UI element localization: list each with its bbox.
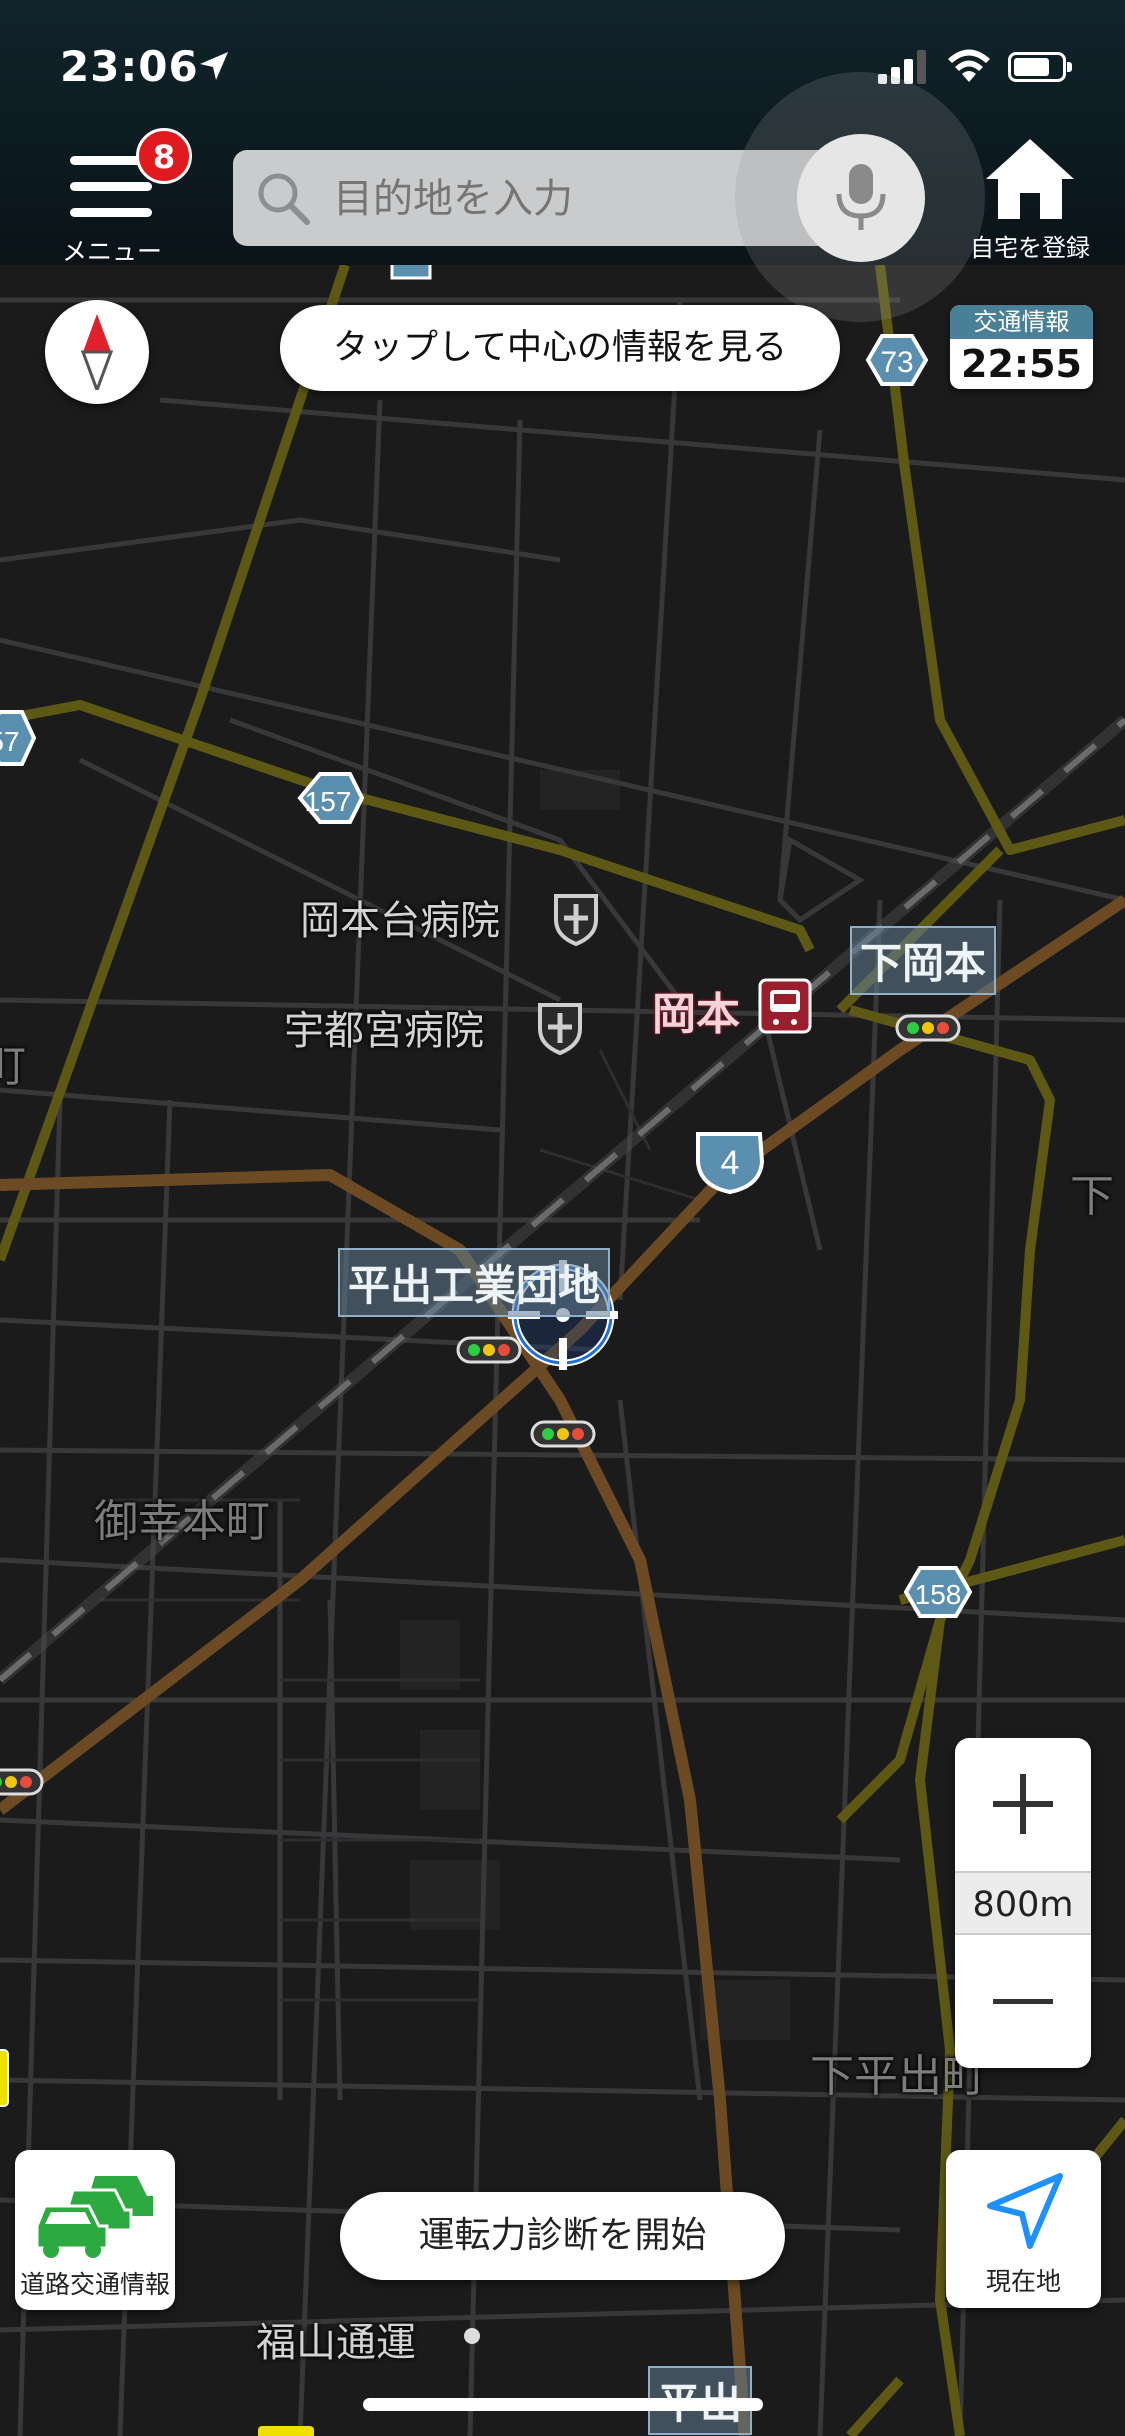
traffic-light-icon — [0, 1768, 44, 1796]
status-time: 23:06 — [60, 42, 199, 91]
zoom-control: 800m — [955, 1738, 1091, 2068]
register-home-button[interactable]: 自宅を登録 — [955, 135, 1105, 265]
svg-text:157: 157 — [305, 786, 352, 817]
traffic-light-icon — [895, 1014, 961, 1042]
microphone-icon — [836, 164, 886, 230]
traffic-info-time: 22:55 — [961, 342, 1082, 386]
svg-text:57: 57 — [0, 726, 20, 757]
traffic-light-icon — [530, 1420, 596, 1448]
route-158-shield: 158 — [903, 1566, 973, 1618]
hospital-icon — [554, 894, 598, 947]
compass-needle-icon — [80, 314, 114, 390]
notification-badge: 8 — [136, 128, 192, 184]
voice-input-button[interactable] — [797, 134, 925, 262]
hospital-icon — [538, 1003, 582, 1056]
route-73-shield: 73 — [865, 334, 929, 386]
map-scale-label: 800m — [955, 1871, 1091, 1935]
navigation-arrow-icon — [987, 2173, 1063, 2249]
poi-dot-icon — [464, 2328, 480, 2344]
traffic-info-title: 交通情報 — [950, 305, 1093, 339]
home-icon — [986, 139, 1074, 219]
home-indicator[interactable] — [363, 2398, 763, 2411]
map-label-hospital[interactable]: 岡本台病院 — [300, 888, 500, 946]
road-traffic-info-label: 道路交通情報 — [19, 2270, 170, 2299]
map-label-station[interactable]: 岡本 — [652, 978, 740, 1042]
map-label-area[interactable]: 下岡本 — [850, 926, 997, 995]
menu-button[interactable]: 8 メニュー — [48, 128, 192, 266]
map-label-town: 町 — [0, 1041, 26, 1092]
view-center-info-button[interactable]: タップして中心の情報を見る — [280, 305, 840, 391]
current-location-label: 現在地 — [985, 2267, 1061, 2296]
zoom-out-button[interactable] — [955, 1935, 1091, 2068]
zoom-in-button[interactable] — [955, 1738, 1091, 1871]
register-home-label: 自宅を登録 — [970, 234, 1090, 262]
wifi-icon — [948, 49, 990, 82]
map-label-poi[interactable]: 福山通運 — [256, 2310, 416, 2368]
traffic-light-icon — [456, 1336, 522, 1364]
map-label-town: 下 — [1070, 1171, 1114, 1222]
map-label-town: 御幸本町 — [94, 1496, 270, 1547]
current-location-button[interactable]: 現在地 — [946, 2150, 1101, 2308]
map-label-hospital[interactable]: 宇都宮病院 — [284, 998, 484, 1056]
map-label-area[interactable]: 平出工業団地 — [338, 1248, 611, 1317]
start-driving-diagnosis-button[interactable]: 運転力診断を開始 — [340, 2192, 785, 2280]
svg-text:73: 73 — [880, 346, 913, 379]
traffic-info-button[interactable]: 交通情報 22:55 — [950, 305, 1093, 389]
cars-traffic-icon — [35, 2176, 153, 2258]
compass-button[interactable] — [45, 300, 149, 404]
train-station-icon — [758, 978, 812, 1034]
search-icon — [258, 173, 310, 225]
battery-icon — [1008, 52, 1072, 82]
svg-text:4: 4 — [721, 1144, 740, 1182]
road-traffic-info-button[interactable]: 道路交通情報 — [15, 2150, 175, 2310]
menu-label: メニュー — [61, 237, 162, 266]
svg-text:158: 158 — [915, 1579, 962, 1610]
location-arrow-icon — [200, 52, 228, 80]
route-4-shield: 4 — [696, 1132, 765, 1195]
